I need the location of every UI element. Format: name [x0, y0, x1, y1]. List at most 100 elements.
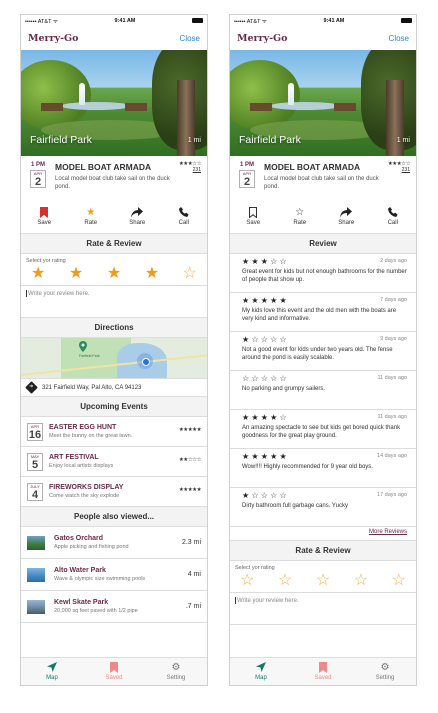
text-cursor: [26, 290, 27, 297]
tab-setting[interactable]: ⚙ Setting: [354, 658, 416, 685]
review-header: Review: [230, 234, 416, 254]
clock: 9:41 AM: [114, 17, 136, 24]
calendar-icon: APR 2: [239, 170, 255, 188]
upcoming-event-row[interactable]: JULY 4 FIREWORKS DISPLAY Come watch the …: [21, 477, 207, 507]
tab-saved[interactable]: Saved: [83, 658, 145, 685]
review-item: ★★★★☆ 11 days ago An amazing spectacle t…: [230, 410, 416, 449]
review-date: 9 days ago: [380, 336, 407, 342]
place-row[interactable]: Gatos Orchard Apple picking and fishing …: [21, 527, 207, 559]
review-input[interactable]: Write your review here.: [21, 286, 207, 318]
save-button[interactable]: Save: [235, 207, 271, 226]
directions-header: Directions: [21, 318, 207, 338]
address-text: 321 Fairfield Way, Pal Alto, CA 94123: [42, 384, 142, 391]
tab-map[interactable]: Map: [230, 658, 292, 685]
review-item: ★★★☆☆ 2 days ago Great event for kids bu…: [230, 254, 416, 293]
clock: 9:41 AM: [323, 17, 345, 24]
hero-image: Fairfield Park 1 mi: [21, 50, 207, 156]
rate-review-header: Rate & Review: [21, 234, 207, 254]
tab-bar: Map Saved ⚙ Setting: [21, 657, 207, 685]
rating-star-1[interactable]: ★: [31, 265, 45, 283]
share-button[interactable]: Share: [119, 207, 155, 226]
review-date: 7 days ago: [380, 297, 407, 303]
review-item: ★★★★★ 14 days ago Wow!!!! Highly recomme…: [230, 449, 416, 488]
upcoming-event-row[interactable]: APR 16 EASTER EGG HUNT Meet the bunny on…: [21, 417, 207, 447]
save-button[interactable]: Save: [26, 207, 62, 226]
rating-star-1[interactable]: ☆: [240, 572, 254, 590]
rate-button[interactable]: ☆ Rate: [282, 207, 318, 226]
rating-star-3[interactable]: ★: [107, 265, 121, 283]
bookmark-icon: [292, 662, 354, 674]
review-input[interactable]: Write your review here.: [230, 593, 416, 625]
rating-star-2[interactable]: ★: [69, 265, 83, 283]
more-reviews-link[interactable]: More Reviews: [230, 527, 416, 541]
share-arrow-icon: [328, 207, 364, 219]
hero-image: Fairfield Park 1 mi: [230, 50, 416, 156]
navigation-arrow-icon: [21, 662, 83, 674]
text-cursor: [235, 597, 236, 604]
upcoming-event-title: EASTER EGG HUNT: [49, 424, 117, 431]
close-button[interactable]: Close: [180, 34, 200, 43]
event-rating-count[interactable]: 231: [179, 167, 201, 173]
event-header: 1 PM APR 2 MODEL BOAT ARMADA Local model…: [230, 156, 416, 200]
event-date: 1 PM APR 2: [27, 162, 49, 200]
rating-star-5[interactable]: ☆: [392, 572, 406, 590]
rating-star-5[interactable]: ☆: [183, 265, 197, 283]
tab-map[interactable]: Map: [21, 658, 83, 685]
rating-star-2[interactable]: ☆: [278, 572, 292, 590]
close-button[interactable]: Close: [389, 34, 409, 43]
rating-star-3[interactable]: ☆: [316, 572, 330, 590]
event-rating[interactable]: ★★★☆☆ 231: [388, 161, 411, 173]
upcoming-event-stars: ★★★★★: [178, 487, 202, 493]
carrier-label: •••••• AT&T ᯤ: [25, 18, 58, 25]
rating-star-4[interactable]: ☆: [354, 572, 368, 590]
calendar-icon: APR 16: [27, 422, 43, 441]
park-distance: 1 mi: [187, 137, 201, 144]
call-button[interactable]: Call: [166, 207, 202, 226]
event-date: 1 PM APR 2: [236, 162, 258, 200]
review-item: ★☆☆☆☆ 9 days ago Not a good event for ki…: [230, 332, 416, 371]
map-pin-icon[interactable]: [79, 341, 87, 355]
share-arrow-icon: [119, 207, 155, 219]
people-also-viewed-header: People also viewed...: [21, 507, 207, 527]
place-distance: 2.3 mi: [181, 539, 201, 546]
star-filled-icon: ★: [86, 207, 96, 218]
place-thumbnail: [27, 599, 45, 614]
status-bar: •••••• AT&T ᯤ 9:41 AM: [230, 15, 416, 26]
place-row[interactable]: Alto Water Park Wave & olympic size swim…: [21, 559, 207, 591]
tab-saved[interactable]: Saved: [292, 658, 354, 685]
tab-setting[interactable]: ⚙ Setting: [145, 658, 207, 685]
upcoming-event-row[interactable]: MAY 5 ART FESTIVAL Enjoy local artists d…: [21, 447, 207, 477]
rating-star-4[interactable]: ★: [145, 265, 159, 283]
event-rating-count[interactable]: 231: [388, 167, 410, 173]
rate-button[interactable]: ★ Rate: [73, 207, 109, 226]
event-rating[interactable]: ★★★☆☆ 231: [179, 161, 202, 173]
calendar-icon: MAY 5: [27, 452, 43, 471]
share-button[interactable]: Share: [328, 207, 364, 226]
upcoming-event-stars: ★★☆☆☆: [178, 457, 202, 463]
gear-icon: ⚙: [171, 662, 181, 673]
fountain: [288, 83, 294, 105]
event-description: Local model boat club take sail on the d…: [264, 176, 379, 190]
app-title: Merry-Go: [237, 32, 288, 44]
battery-icon: [401, 18, 412, 23]
rate-review-header: Rate & Review: [230, 541, 416, 561]
action-bar: Save ☆ Rate Share Call: [230, 200, 416, 234]
call-button[interactable]: Call: [375, 207, 411, 226]
phone-screen-reviews: •••••• AT&T ᯤ 9:41 AM Merry-Go Close Fai…: [229, 14, 417, 686]
place-distance: .7 mi: [185, 603, 201, 610]
star-outline-icon: ☆: [295, 207, 305, 218]
address-row[interactable]: ➜ 321 Fairfield Way, Pal Alto, CA 94123: [21, 379, 207, 397]
place-distance: 4 mi: [187, 571, 201, 578]
battery-icon: [192, 18, 203, 23]
review-text: An amazing spectacle to see but kids get…: [242, 425, 401, 439]
review-text: No parking and grumpy sailers.: [242, 386, 326, 392]
upcoming-event-title: FIREWORKS DISPLAY: [49, 484, 124, 491]
review-item: ★☆☆☆☆ 17 days ago Dirty bathroom full ga…: [230, 488, 416, 527]
map-view[interactable]: Fairfield Park: [21, 338, 207, 379]
place-row[interactable]: Kewl Skate Park 20,000 sq feet paved wit…: [21, 591, 207, 623]
navigation-arrow-icon: [230, 662, 292, 674]
place-desc: Wave & olympic size swimming pools: [54, 576, 146, 582]
review-date: 11 days ago: [377, 375, 407, 381]
rating-stars: ★ ★ ★ ★ ☆: [26, 265, 202, 283]
phone-screen-event-detail: •••••• AT&T ᯤ 9:41 AM Merry-Go Close Fai…: [20, 14, 208, 686]
